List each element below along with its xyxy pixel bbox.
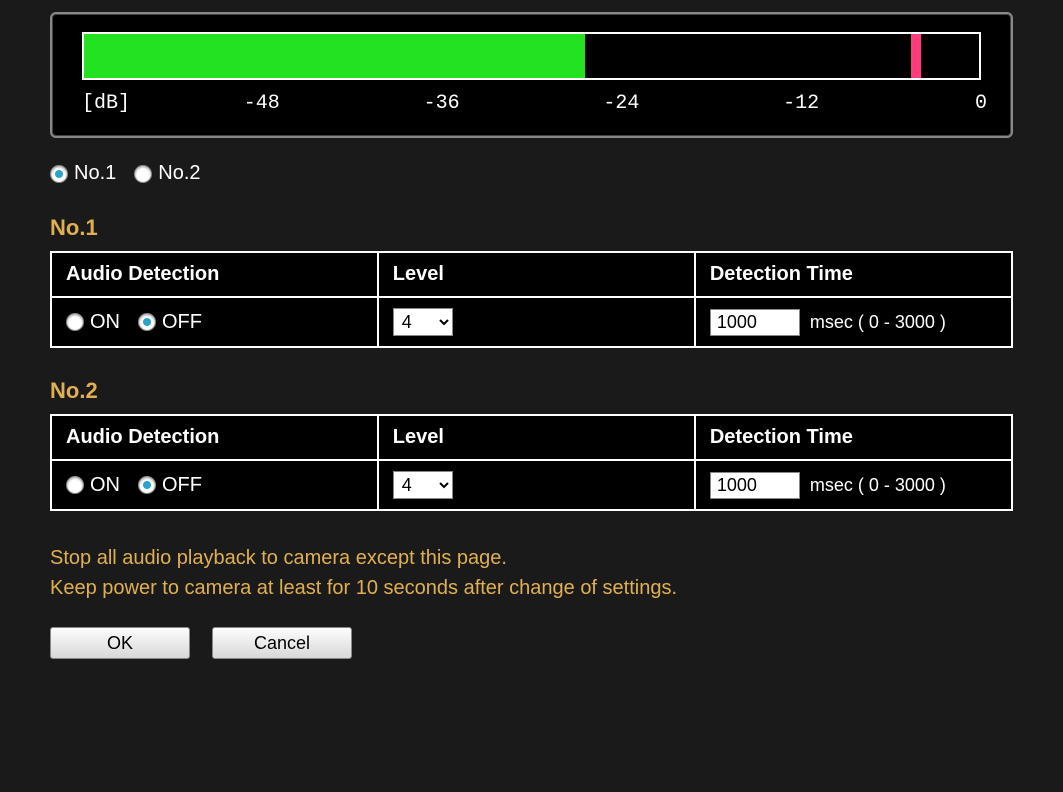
radio-icon [50, 165, 68, 183]
db-tick--24: -24 [603, 92, 639, 115]
col-header-audio-detection: Audio Detection [51, 252, 378, 297]
radio-icon [138, 476, 156, 494]
note-line-1: Stop all audio playback to camera except… [50, 543, 1013, 573]
radio-icon [138, 313, 156, 331]
radio-icon [66, 313, 84, 331]
settings-table-no1: Audio Detection Level Detection Time ON … [50, 251, 1013, 348]
detection-time-hint: msec ( 0 - 3000 ) [810, 475, 946, 496]
col-header-detection-time: Detection Time [695, 415, 1012, 460]
db-meter: [dB] -48 -36 -24 -12 0 [50, 12, 1013, 138]
db-meter-scale: [dB] -48 -36 -24 -12 0 [82, 86, 981, 126]
db-tick--36: -36 [424, 92, 460, 115]
audio-detection-group-no1: ON OFF [66, 311, 363, 334]
section-heading-no2: No.2 [50, 378, 1013, 404]
col-header-detection-time: Detection Time [695, 252, 1012, 297]
profile-selector: No.1 No.2 [50, 162, 1013, 185]
audio-detection-off-radio[interactable]: OFF [138, 311, 202, 334]
profile-radio-no1[interactable]: No.1 [50, 162, 116, 185]
settings-table-no2: Audio Detection Level Detection Time ON … [50, 414, 1013, 511]
off-label: OFF [162, 474, 202, 497]
audio-detection-off-radio[interactable]: OFF [138, 474, 202, 497]
db-tick-0: 0 [975, 92, 987, 115]
level-select-no1[interactable]: 4 [393, 308, 453, 336]
level-select-no2[interactable]: 4 [393, 471, 453, 499]
radio-icon [66, 476, 84, 494]
profile-radio-no2[interactable]: No.2 [134, 162, 200, 185]
col-header-level: Level [378, 252, 695, 297]
button-row: OK Cancel [50, 627, 1013, 659]
section-heading-no1: No.1 [50, 215, 1013, 241]
ok-button[interactable]: OK [50, 627, 190, 659]
detection-time-input-no2[interactable] [710, 472, 800, 499]
on-label: ON [90, 311, 120, 334]
on-label: ON [90, 474, 120, 497]
db-tick--48: -48 [244, 92, 280, 115]
audio-detection-on-radio[interactable]: ON [66, 311, 120, 334]
db-meter-track [82, 32, 981, 80]
profile-radio-label: No.1 [74, 162, 116, 185]
detection-time-hint: msec ( 0 - 3000 ) [810, 312, 946, 333]
note-line-2: Keep power to camera at least for 10 sec… [50, 573, 1013, 603]
col-header-audio-detection: Audio Detection [51, 415, 378, 460]
settings-note: Stop all audio playback to camera except… [50, 543, 1013, 603]
db-tick--12: -12 [783, 92, 819, 115]
db-unit-label: [dB] [82, 92, 130, 115]
col-header-level: Level [378, 415, 695, 460]
audio-detection-on-radio[interactable]: ON [66, 474, 120, 497]
off-label: OFF [162, 311, 202, 334]
radio-icon [134, 165, 152, 183]
cancel-button[interactable]: Cancel [212, 627, 352, 659]
profile-radio-label: No.2 [158, 162, 200, 185]
detection-time-input-no1[interactable] [710, 309, 800, 336]
db-meter-threshold-marker [911, 34, 921, 78]
db-meter-fill [84, 34, 585, 78]
audio-detection-group-no2: ON OFF [66, 474, 363, 497]
